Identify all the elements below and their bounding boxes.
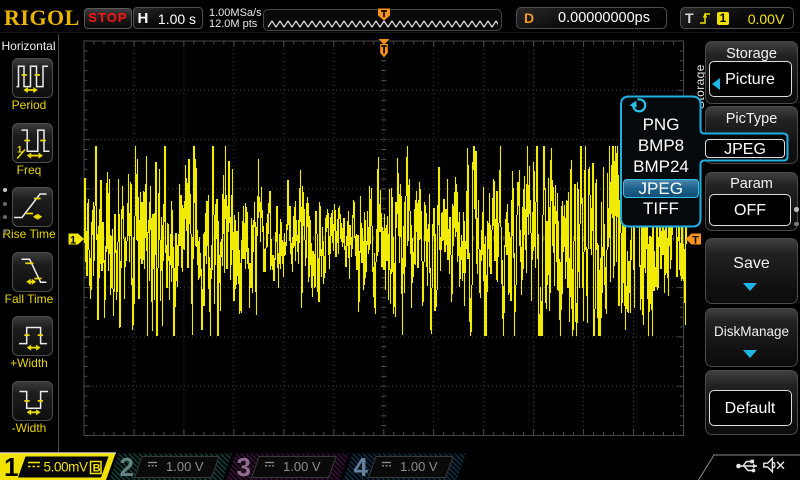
svg-text:1.00 V: 1.00 V <box>166 459 204 474</box>
svg-text:2: 2 <box>120 452 134 480</box>
svg-text:5.00mV: 5.00mV <box>44 460 89 475</box>
svg-text:3: 3 <box>237 452 251 480</box>
svg-text:1.00 V: 1.00 V <box>400 459 438 474</box>
svg-text:1.00 V: 1.00 V <box>283 459 321 474</box>
svg-text:B: B <box>93 463 101 475</box>
svg-text:1: 1 <box>4 452 18 480</box>
svg-text:4: 4 <box>354 452 369 480</box>
